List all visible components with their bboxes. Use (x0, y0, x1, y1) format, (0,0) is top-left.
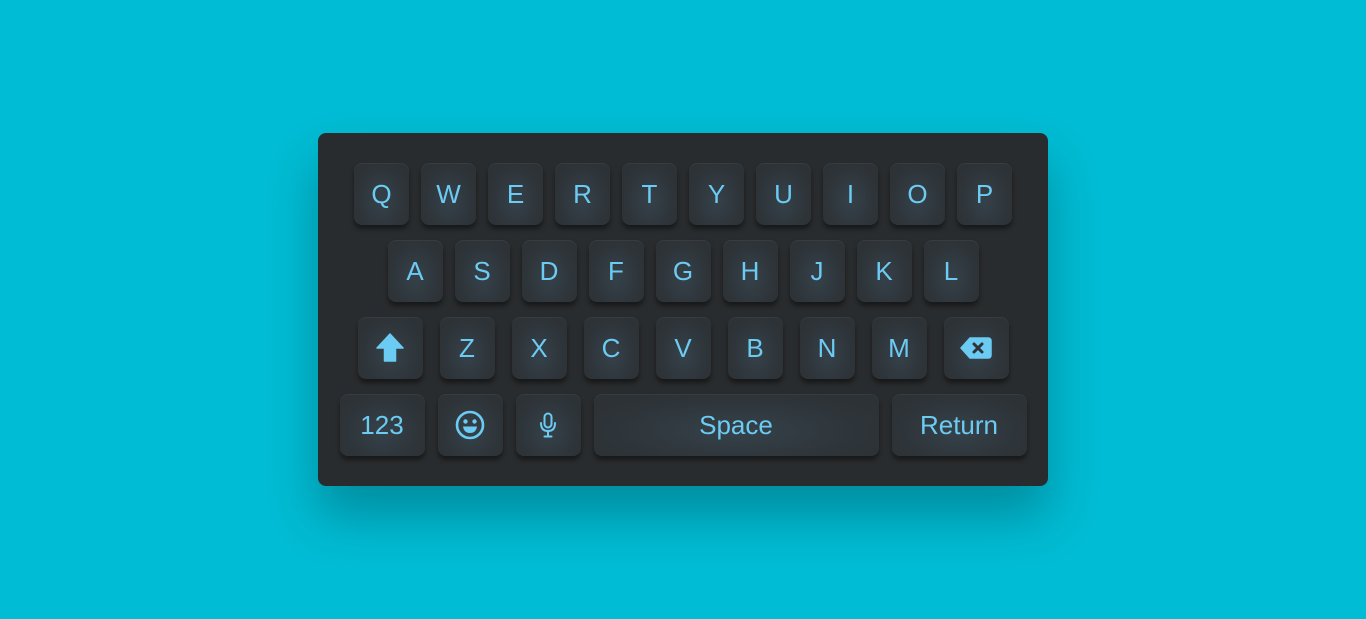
key-f[interactable]: F (588, 240, 644, 302)
key-z[interactable]: Z (439, 317, 495, 379)
key-o[interactable]: O (890, 163, 945, 225)
key-y[interactable]: Y (689, 163, 744, 225)
emoji-key[interactable] (437, 394, 503, 456)
keyboard-row-2: A S D F G H J K L (318, 240, 1048, 302)
key-v[interactable]: V (655, 317, 711, 379)
key-p[interactable]: P (957, 163, 1012, 225)
numbers-key[interactable]: 123 (339, 394, 425, 456)
keyboard-row-1: Q W E R T Y U I O P (318, 163, 1048, 225)
key-l[interactable]: L (923, 240, 979, 302)
key-g[interactable]: G (655, 240, 711, 302)
keyboard-row-4: 123 Space Return (318, 394, 1048, 456)
backspace-icon (960, 337, 992, 359)
space-key[interactable]: Space (593, 394, 879, 456)
backspace-key[interactable] (943, 317, 1009, 379)
keyboard-row-3: Z X C V B N M (318, 317, 1048, 379)
key-r[interactable]: R (555, 163, 610, 225)
key-s[interactable]: S (454, 240, 510, 302)
key-e[interactable]: E (488, 163, 543, 225)
shift-key[interactable] (357, 317, 423, 379)
key-t[interactable]: T (622, 163, 677, 225)
key-i[interactable]: I (823, 163, 878, 225)
microphone-icon (540, 412, 556, 438)
key-x[interactable]: X (511, 317, 567, 379)
key-b[interactable]: B (727, 317, 783, 379)
key-m[interactable]: M (871, 317, 927, 379)
key-w[interactable]: W (421, 163, 476, 225)
key-h[interactable]: H (722, 240, 778, 302)
emoji-icon (455, 410, 485, 440)
shift-icon (376, 333, 404, 362)
key-k[interactable]: K (856, 240, 912, 302)
microphone-key[interactable] (515, 394, 581, 456)
key-j[interactable]: J (789, 240, 845, 302)
key-u[interactable]: U (756, 163, 811, 225)
key-d[interactable]: D (521, 240, 577, 302)
key-q[interactable]: Q (354, 163, 409, 225)
return-key[interactable]: Return (891, 394, 1027, 456)
keyboard: Q W E R T Y U I O P A S D F G H J K L Z … (318, 133, 1048, 486)
key-n[interactable]: N (799, 317, 855, 379)
key-c[interactable]: C (583, 317, 639, 379)
key-a[interactable]: A (387, 240, 443, 302)
